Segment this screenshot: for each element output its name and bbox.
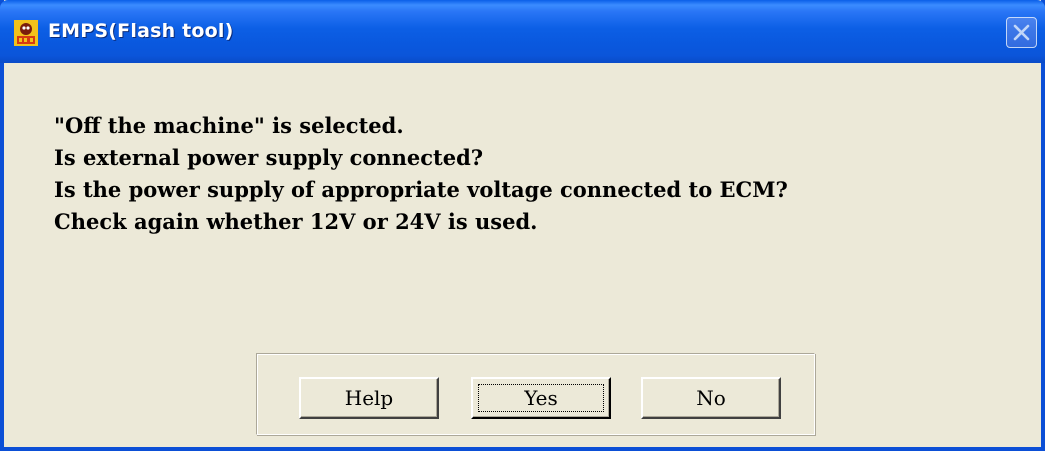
window-title: EMPS(Flash tool)	[48, 20, 234, 42]
close-button[interactable]	[1006, 17, 1037, 48]
message-block: "Off the machine" is selected. Is extern…	[54, 110, 788, 238]
dialog-window: EMPS(Flash tool) "Off the machine" is se…	[0, 0, 1045, 451]
no-button[interactable]: No	[641, 377, 781, 419]
dialog-body: "Off the machine" is selected. Is extern…	[4, 63, 1041, 447]
yes-button-label: Yes	[524, 386, 558, 410]
help-button[interactable]: Help	[299, 377, 439, 419]
message-line: "Off the machine" is selected.	[54, 113, 404, 138]
message-line: Is external power supply connected?	[54, 145, 484, 170]
app-icon	[14, 20, 38, 46]
message-line: Check again whether 12V or 24V is used.	[54, 209, 538, 234]
help-button-label: Help	[344, 386, 394, 410]
no-button-label: No	[696, 386, 726, 410]
message-line: Is the power supply of appropriate volta…	[54, 177, 788, 202]
yes-button[interactable]: Yes	[471, 377, 611, 419]
button-panel: Help Yes No	[256, 353, 815, 435]
title-bar[interactable]: EMPS(Flash tool)	[0, 0, 1045, 63]
